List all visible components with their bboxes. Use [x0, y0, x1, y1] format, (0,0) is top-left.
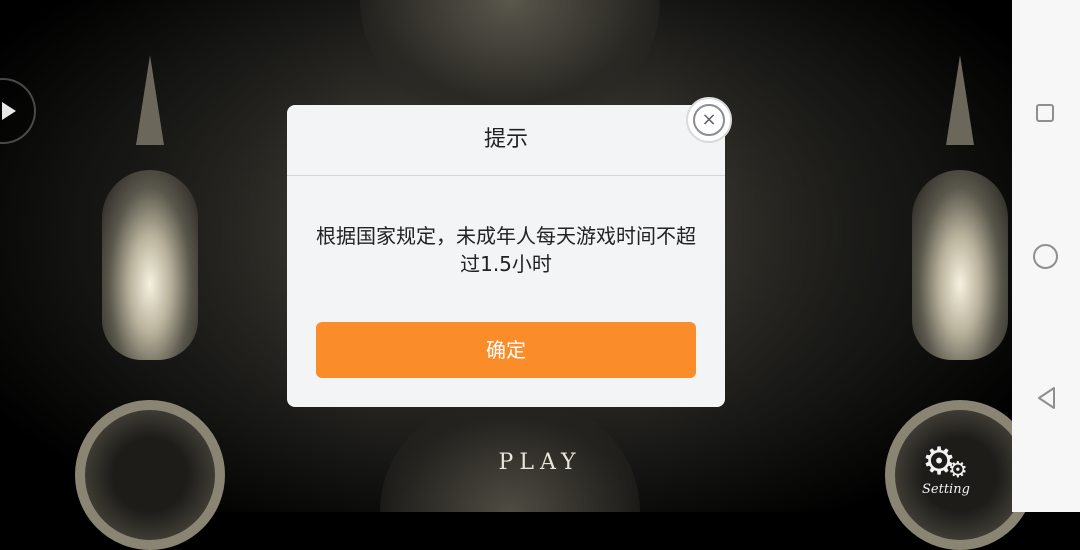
right-pillar — [885, 0, 1035, 550]
setting-label: Setting — [922, 482, 970, 497]
dialog-message: 根据国家规定，未成年人每天游戏时间不超过1.5小时 — [316, 224, 696, 276]
home-button[interactable] — [1033, 244, 1058, 269]
lamp-bulb — [912, 170, 1008, 360]
ornament-top — [360, 0, 660, 120]
close-icon: × — [693, 104, 725, 136]
side-expand-button[interactable] — [0, 78, 36, 144]
dialog-title: 提示 — [483, 127, 528, 152]
small-gear-icon: ⚙ — [948, 458, 968, 483]
notice-dialog: 提示 根据国家规定，未成年人每天游戏时间不超过1.5小时 确定 — [287, 105, 725, 407]
confirm-button[interactable]: 确定 — [316, 322, 696, 378]
setting-button[interactable]: ⚙ ⚙ Setting — [918, 442, 980, 504]
dialog-close-button[interactable]: × — [686, 97, 732, 143]
left-pillar — [75, 0, 225, 550]
recent-apps-button[interactable] — [1036, 104, 1054, 122]
play-button[interactable]: PLAY — [460, 450, 620, 475]
spire — [136, 55, 164, 145]
lamp-bulb — [102, 170, 198, 360]
spire — [946, 55, 974, 145]
play-arrow-icon — [2, 102, 16, 120]
android-nav-bar — [1012, 0, 1080, 512]
divider — [287, 175, 725, 176]
ring-ornament — [75, 400, 225, 550]
back-button[interactable] — [1035, 386, 1059, 410]
